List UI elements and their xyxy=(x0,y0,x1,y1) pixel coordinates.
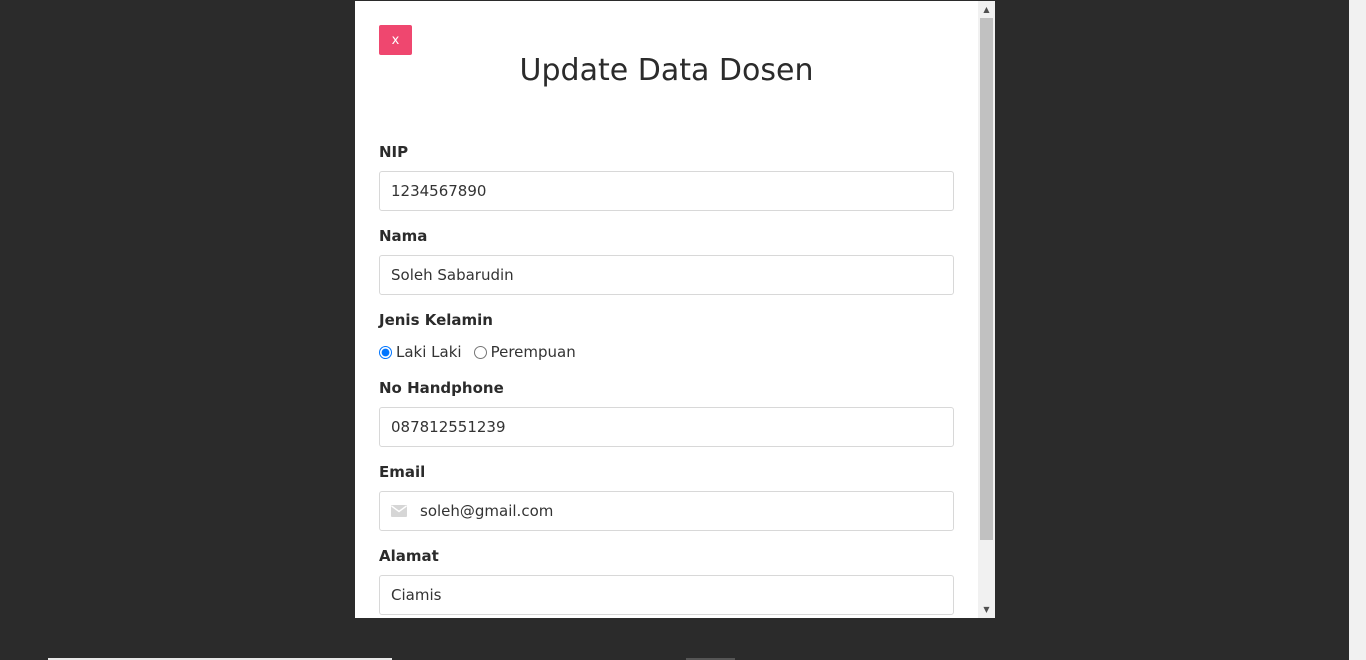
modal-content: x Update Data Dosen NIP Nama Jenis Kelam… xyxy=(355,1,978,618)
nip-input[interactable] xyxy=(379,171,954,211)
alamat-label: Alamat xyxy=(379,547,439,565)
scroll-thumb[interactable] xyxy=(980,18,993,540)
radio-laki-laki[interactable]: Laki Laki xyxy=(379,343,462,361)
alamat-input[interactable] xyxy=(379,575,954,615)
scroll-down-arrow-icon[interactable]: ▼ xyxy=(978,601,995,618)
update-dosen-modal: x Update Data Dosen NIP Nama Jenis Kelam… xyxy=(355,1,995,618)
radio-perempuan-label: Perempuan xyxy=(490,343,576,361)
nama-input[interactable] xyxy=(379,255,954,295)
page-scrollbar[interactable] xyxy=(1349,0,1366,660)
no-handphone-label: No Handphone xyxy=(379,379,504,397)
email-label: Email xyxy=(379,463,426,481)
jenis-kelamin-label: Jenis Kelamin xyxy=(379,311,493,329)
no-handphone-input[interactable] xyxy=(379,407,954,447)
email-input[interactable] xyxy=(420,493,953,529)
radio-perempuan-input[interactable] xyxy=(473,345,487,359)
nip-label: NIP xyxy=(379,143,409,161)
modal-scrollbar[interactable]: ▲ ▼ xyxy=(978,1,995,618)
envelope-icon xyxy=(391,505,407,517)
radio-perempuan[interactable]: Perempuan xyxy=(473,343,576,361)
nama-label: Nama xyxy=(379,227,428,245)
modal-title: Update Data Dosen xyxy=(519,53,814,88)
jenis-kelamin-radio-group: Laki Laki Perempuan xyxy=(379,342,588,362)
radio-laki-laki-label: Laki Laki xyxy=(396,343,462,361)
radio-laki-laki-input[interactable] xyxy=(379,345,392,359)
email-field[interactable] xyxy=(379,491,954,531)
scroll-up-arrow-icon[interactable]: ▲ xyxy=(978,1,995,18)
close-button[interactable]: x xyxy=(379,25,412,55)
